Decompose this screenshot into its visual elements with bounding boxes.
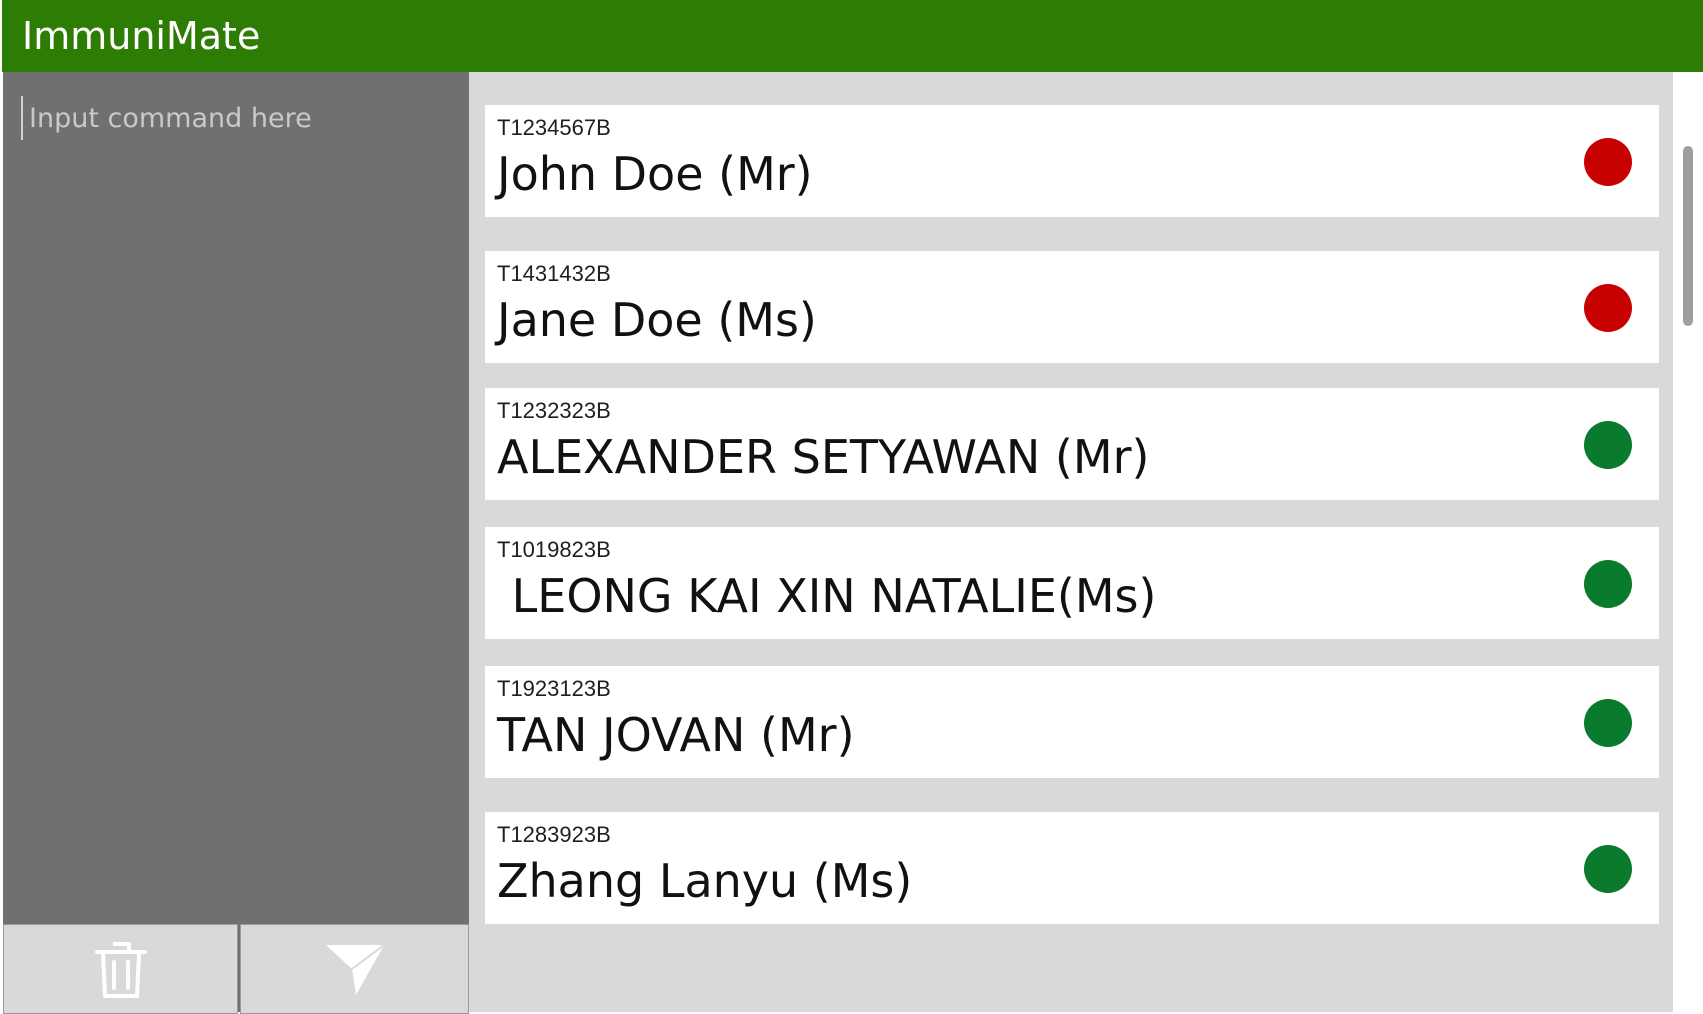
send-button[interactable] [240,924,469,1014]
patient-card[interactable]: T1431432B Jane Doe (Ms) [485,251,1659,363]
patient-list[interactable]: T1234567B John Doe (Mr) T1431432B Jane D… [469,72,1673,1012]
patient-name: LEONG KAI XIN NATALIE(Ms) [497,569,1157,623]
patient-id: T1923123B [497,676,611,701]
patient-id: T1019823B [497,537,611,562]
patient-card[interactable]: T1019823B LEONG KAI XIN NATALIE(Ms) [485,527,1659,639]
app-window: ImmuniMate T1234567B John Doe (Mr) [0,0,1703,1014]
status-indicator-red [1584,284,1632,332]
patient-card[interactable]: T1283923B Zhang Lanyu (Ms) [485,812,1659,924]
patient-id: T1431432B [497,261,611,286]
status-indicator-red [1584,138,1632,186]
patient-name: Zhang Lanyu (Ms) [497,854,913,908]
status-indicator-green [1584,845,1632,893]
status-indicator-green [1584,560,1632,608]
patient-name: TAN JOVAN (Mr) [497,708,855,762]
patient-card[interactable]: T1234567B John Doe (Mr) [485,105,1659,217]
patient-card[interactable]: T1923123B TAN JOVAN (Mr) [485,666,1659,778]
clear-button[interactable] [3,924,238,1014]
patient-id: T1232323B [497,398,611,423]
patient-id: T1234567B [497,115,611,140]
patient-name: John Doe (Mr) [497,147,813,201]
patient-id: T1283923B [497,822,611,847]
trash-icon [94,942,147,998]
command-input[interactable] [21,96,451,140]
scrollbar-track[interactable] [1673,72,1703,1012]
patient-name: Jane Doe (Ms) [497,293,817,347]
status-indicator-green [1584,421,1632,469]
status-indicator-green [1584,699,1632,747]
scrollbar-thumb[interactable] [1683,146,1693,326]
app-title: ImmuniMate [22,14,261,58]
command-panel [3,72,469,1014]
patient-name: ALEXANDER SETYAWAN (Mr) [497,430,1150,484]
send-icon [325,944,385,995]
title-bar: ImmuniMate [2,0,1703,72]
patient-card[interactable]: T1232323B ALEXANDER SETYAWAN (Mr) [485,388,1659,500]
